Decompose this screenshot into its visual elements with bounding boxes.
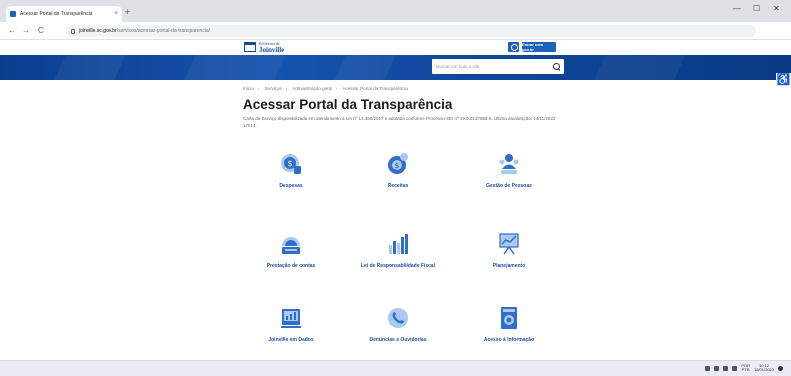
- logo-big-text: Joinville: [259, 46, 285, 54]
- accessibility-menu-button[interactable]: [508, 42, 519, 52]
- svg-text:$: $: [395, 162, 399, 170]
- browser-tab-strip: Acessar Portal da Transparência × + — ☐ …: [0, 0, 791, 22]
- notification-icon[interactable]: [778, 365, 783, 371]
- screen: Acessar Portal da Transparência × + — ☐ …: [0, 0, 791, 376]
- clock[interactable]: 10:12 16/01/2023: [754, 364, 774, 372]
- card-label: Receitas: [387, 183, 409, 189]
- breadcrumb-item-home[interactable]: Início: [243, 86, 254, 91]
- card-label: Joinville em Dados: [268, 337, 314, 343]
- breadcrumb-item-services[interactable]: Serviços: [265, 86, 282, 91]
- new-tab-button[interactable]: +: [125, 8, 130, 17]
- network-icon[interactable]: [714, 365, 720, 371]
- login-button[interactable]: Entrar com gov.br: [522, 42, 556, 52]
- card-label: Denúncias e Ouvidorias: [369, 337, 427, 343]
- accessibility-widget-icon[interactable]: ♿: [776, 73, 791, 88]
- card-label: Gestão de Pessoas: [486, 183, 532, 189]
- tab-close-icon[interactable]: ×: [114, 11, 118, 17]
- breadcrumb-item-category[interactable]: Administração geral: [292, 86, 332, 91]
- system-tray: POR PTB 10:12 16/01/2023: [705, 364, 783, 372]
- card-planejamento[interactable]: Planejamento: [454, 232, 564, 282]
- card-receitas[interactable]: $ Receitas: [343, 152, 453, 202]
- accountability-icon: [282, 237, 300, 254]
- people-icon: [499, 154, 519, 174]
- svg-text:$: $: [287, 159, 292, 168]
- lock-icon: [71, 28, 75, 34]
- maximize-button[interactable]: ☐: [753, 5, 760, 13]
- page-title: Acessar Portal da Transparência: [243, 97, 453, 112]
- breadcrumb-item-current: Acessar Portal da Transparência: [342, 86, 408, 91]
- card-label: Despesas: [279, 183, 303, 189]
- browser-tab[interactable]: Acessar Portal da Transparência ×: [6, 6, 122, 22]
- search-icon[interactable]: [553, 63, 560, 70]
- hero-banner: Buscar em todo o site: [0, 55, 791, 80]
- card-joinville-dados[interactable]: Joinville em Dados: [236, 306, 346, 356]
- os-taskbar: POR PTB 10:12 16/01/2023: [0, 360, 791, 376]
- site-header: Prefeitura de Joinville Entrar com gov.b…: [0, 40, 791, 55]
- card-label: Lei de Responsabilidade Fiscal: [360, 263, 436, 269]
- chevron-up-icon[interactable]: [705, 365, 711, 371]
- card-label: Acesso à Informação: [483, 337, 535, 343]
- site-logo[interactable]: Prefeitura de Joinville: [244, 40, 284, 54]
- tab-title: Acessar Portal da Transparência: [20, 11, 93, 17]
- card-despesas[interactable]: $ Despesas: [236, 152, 346, 202]
- battery-icon[interactable]: [732, 365, 738, 371]
- card-acesso-informacao[interactable]: Acesso à Informação: [454, 306, 564, 356]
- forward-button[interactable]: →: [22, 26, 30, 35]
- card-label: Planejamento: [492, 263, 526, 269]
- card-label: Prestação de contas: [266, 263, 316, 269]
- revenue-icon: $: [388, 153, 408, 174]
- planning-icon: [499, 233, 519, 255]
- url-text: joinville.sc.gov.br/servicos/acessar-por…: [79, 28, 211, 34]
- language-indicator[interactable]: POR PTB: [741, 364, 750, 372]
- address-bar[interactable]: joinville.sc.gov.br/servicos/acessar-por…: [66, 25, 756, 37]
- card-denuncias[interactable]: Denúncias e Ouvidorias: [343, 306, 453, 356]
- fiscal-law-icon: [389, 234, 408, 254]
- card-lrf[interactable]: Lei de Responsabilidade Fiscal: [343, 232, 453, 282]
- data-icon: [281, 309, 301, 328]
- ombudsman-icon: [388, 308, 408, 328]
- information-icon: [501, 307, 517, 329]
- window-close-button[interactable]: ✕: [773, 5, 780, 13]
- volume-icon[interactable]: [723, 365, 729, 371]
- back-button[interactable]: ←: [8, 26, 16, 35]
- site-search-input[interactable]: Buscar em todo o site: [432, 59, 564, 74]
- breadcrumb: Início › Serviços › Administração geral › A…: [243, 86, 408, 91]
- card-gestao-pessoas[interactable]: Gestão de Pessoas: [454, 152, 564, 202]
- search-placeholder: Buscar em todo o site: [436, 64, 480, 69]
- browser-toolbar: ← → C joinville.sc.gov.br/servicos/acess…: [0, 22, 791, 40]
- minimize-button[interactable]: —: [733, 5, 741, 13]
- site-favicon-icon: [10, 11, 16, 17]
- reload-button[interactable]: C: [38, 26, 44, 35]
- city-hall-logo-icon: [244, 42, 256, 52]
- expenses-icon: $: [281, 154, 301, 174]
- page-description: Carta de Serviço disponibilizada em aten…: [243, 116, 556, 128]
- card-prestacao-contas[interactable]: Prestação de contas: [236, 232, 346, 282]
